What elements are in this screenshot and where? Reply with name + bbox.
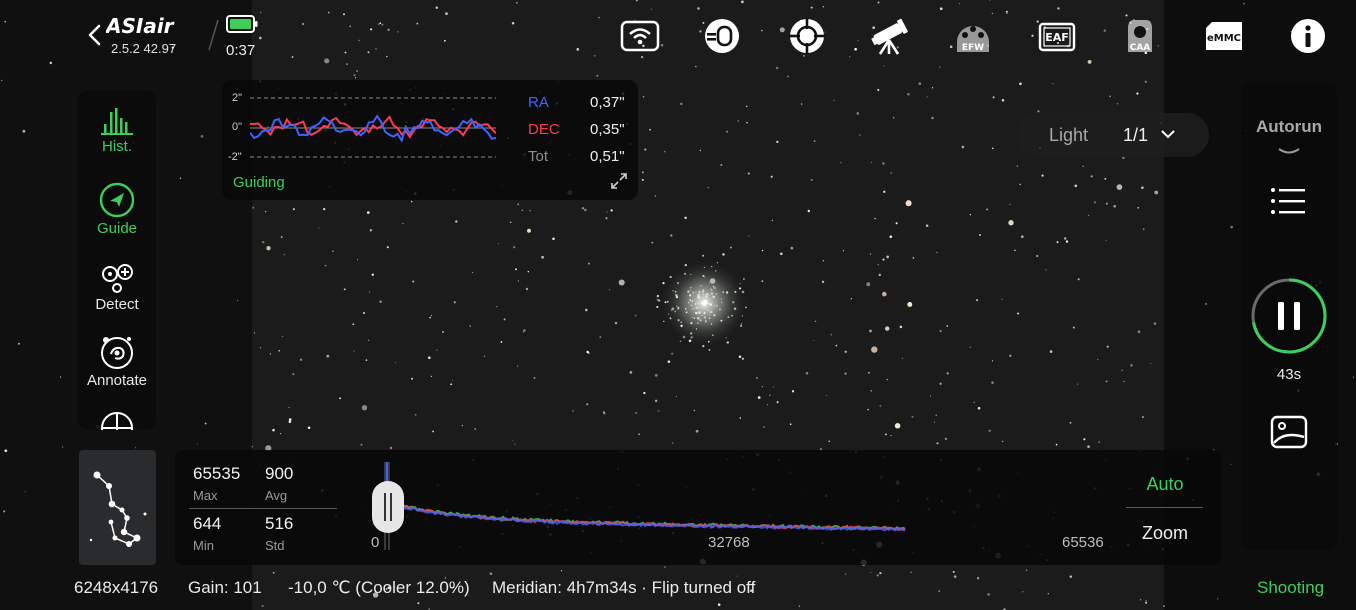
sky-atlas-thumbnail[interactable] xyxy=(79,450,156,565)
status-shooting: Shooting xyxy=(1257,578,1325,597)
emmc-icon: eMMC xyxy=(1206,22,1242,50)
efw-button[interactable]: EFW xyxy=(953,16,993,56)
guide-axis-top: 2" xyxy=(232,92,243,104)
guide-toggle[interactable]: Guide xyxy=(78,182,156,237)
pause-icon xyxy=(1278,302,1284,330)
more-tools-item[interactable] xyxy=(78,410,156,430)
svg-text:eMMC: eMMC xyxy=(1207,33,1241,44)
pause-button[interactable] xyxy=(1250,277,1328,355)
frame-count-label: 1/1 xyxy=(1123,125,1149,145)
annotate-toggle[interactable]: Annotate xyxy=(78,334,156,389)
grid-scope-icon xyxy=(101,412,133,430)
guide-graph xyxy=(250,97,496,158)
black-point-slider-handle[interactable] xyxy=(372,481,404,533)
guide-axis-bottom: -2" xyxy=(228,151,242,163)
auto-zoom-divider xyxy=(1126,507,1203,508)
svg-text:CAA: CAA xyxy=(1130,43,1151,53)
status-meridian: Meridian: 4h7m34s · Flip turned off xyxy=(492,578,756,597)
autorun-button[interactable]: Autorun xyxy=(1241,117,1337,137)
chevron-down-icon xyxy=(1161,130,1175,139)
asiair-logo: ASIair xyxy=(104,14,186,38)
stat-avg-label: Avg xyxy=(265,488,288,503)
annotate-label: Annotate xyxy=(86,372,148,389)
status-resolution: 6248x4176 xyxy=(74,578,159,597)
stat-max-value: 65535 xyxy=(193,464,241,483)
hist-tick-zero: 0 xyxy=(371,534,380,551)
guide-label: Guide xyxy=(96,220,138,237)
histogram-graph[interactable] xyxy=(365,460,925,550)
mount-button[interactable] xyxy=(869,16,909,56)
top-bar: ASIair 2.5.2 42.97 0:37 EFW EAF CAA eMMC xyxy=(0,0,1356,70)
stat-min-label: Min xyxy=(193,538,214,553)
frame-type-label: Light xyxy=(1049,125,1089,145)
zoom-button[interactable]: Zoom xyxy=(1125,523,1205,544)
stat-max-label: Max xyxy=(193,488,218,503)
emmc-button[interactable]: eMMC xyxy=(1204,16,1244,56)
gallery-icon[interactable] xyxy=(1270,415,1308,449)
wifi-icon xyxy=(620,20,660,52)
stat-avg-value: 900 xyxy=(265,464,294,483)
detect-label: Detect xyxy=(95,296,139,313)
status-gain: Gain: 101 xyxy=(188,578,262,597)
stat-std-label: Std xyxy=(265,538,285,553)
list-icon[interactable] xyxy=(1270,186,1306,216)
histogram-icon xyxy=(101,108,133,135)
back-arrow-icon[interactable] xyxy=(84,22,106,48)
exposure-countdown: 43s xyxy=(1276,366,1302,383)
guiding-status-label: Guiding xyxy=(233,174,285,191)
constellation-map-icon xyxy=(89,471,147,547)
caa-icon: CAA xyxy=(1128,20,1152,53)
hist-label: Hist. xyxy=(102,138,132,155)
version-text: 2.5.2 42.97 xyxy=(111,41,177,56)
tot-value: 0,51" xyxy=(590,148,625,165)
status-temperature: -10,0 ℃ (Cooler 12.0%) xyxy=(288,578,470,597)
left-tool-panel: Hist. Guide Detect Annotate xyxy=(78,90,156,430)
svg-text:EAF: EAF xyxy=(1045,31,1069,44)
detect-toggle[interactable]: Detect xyxy=(78,260,156,313)
dec-label: DEC xyxy=(528,121,560,138)
caa-button[interactable]: CAA xyxy=(1120,16,1160,56)
right-control-panel: Autorun 43s xyxy=(1241,84,1337,550)
camera-icon xyxy=(705,19,739,53)
camera-button[interactable] xyxy=(702,16,742,56)
autorun-chevron-icon[interactable] xyxy=(1277,146,1301,156)
dec-value: 0,35" xyxy=(590,121,625,138)
eaf-button[interactable]: EAF xyxy=(1037,16,1077,56)
ra-value: 0,37" xyxy=(590,94,625,111)
globular-cluster xyxy=(658,257,750,349)
stat-divider xyxy=(189,508,337,509)
header-divider xyxy=(208,19,219,51)
telescope-icon xyxy=(871,18,908,55)
guide-scope-icon xyxy=(789,18,825,54)
stat-std-value: 516 xyxy=(265,514,294,533)
hist-tick-max: 65536 xyxy=(1062,534,1104,551)
svg-text:ASIair: ASIair xyxy=(106,14,175,38)
eaf-icon: EAF xyxy=(1038,22,1076,52)
frame-type-selector[interactable]: Light 1/1 xyxy=(1017,113,1209,157)
guiding-panel[interactable]: 2" 0" -2" RA 0,37" DEC 0,35" Tot 0,51" G… xyxy=(222,80,638,200)
ra-label: RA xyxy=(528,94,549,111)
svg-text:EFW: EFW xyxy=(962,43,984,53)
guide-axis-mid: 0" xyxy=(232,121,243,133)
hist-tick-mid: 32768 xyxy=(708,534,750,551)
tot-label: Tot xyxy=(528,148,549,165)
stat-min-value: 644 xyxy=(193,514,222,533)
expand-icon[interactable] xyxy=(610,172,628,190)
detect-icon xyxy=(102,264,133,293)
hist-toggle[interactable]: Hist. xyxy=(78,106,156,155)
efw-icon: EFW xyxy=(957,26,989,53)
histogram-panel: 65535 Max 900 Avg 644 Min 516 Std 0 3276… xyxy=(175,450,1222,565)
guide-scope-button[interactable] xyxy=(787,16,827,56)
auto-stretch-button[interactable]: Auto xyxy=(1125,474,1205,495)
info-button[interactable] xyxy=(1288,16,1328,56)
info-icon xyxy=(1291,19,1325,53)
wifi-button[interactable] xyxy=(620,16,660,56)
battery-time: 0:37 xyxy=(226,42,256,59)
annotate-icon xyxy=(101,337,133,369)
battery-icon xyxy=(226,15,258,33)
guide-icon xyxy=(99,182,135,218)
